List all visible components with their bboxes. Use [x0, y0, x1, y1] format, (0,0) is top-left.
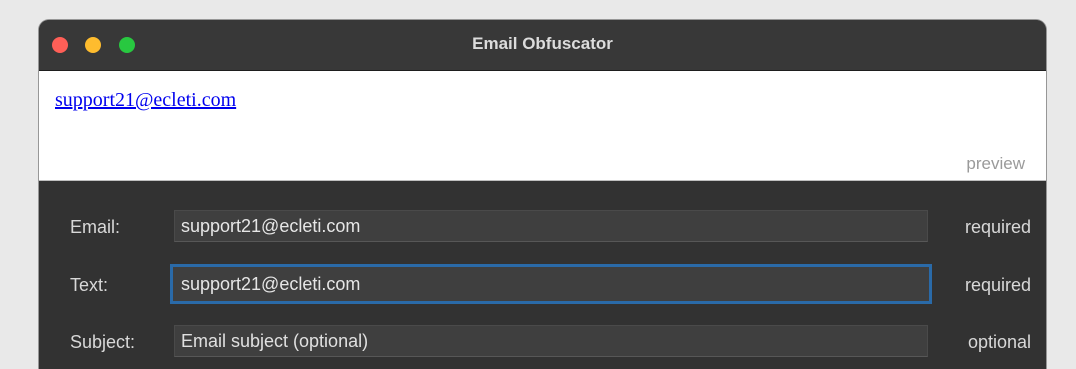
email-field[interactable] — [174, 210, 928, 242]
email-label: Email: — [70, 217, 121, 237]
email-required-hint: required — [964, 217, 1031, 237]
preview-pane: support21@ecleti.com preview — [39, 71, 1046, 181]
window-title: Email Obfuscator — [472, 34, 613, 53]
email-row: Email: required — [39, 210, 1046, 244]
email-obfuscator-window: Email Obfuscator support21@ecleti.com pr… — [39, 20, 1046, 369]
preview-email-link[interactable]: support21@ecleti.com — [55, 89, 236, 112]
subject-label: Subject: — [70, 332, 136, 352]
subject-optional-hint: optional — [967, 332, 1031, 352]
title-bar[interactable]: Email Obfuscator — [39, 20, 1046, 71]
subject-row: Subject: optional — [39, 325, 1046, 359]
preview-caption: preview — [966, 154, 1025, 173]
text-required-hint: required — [964, 275, 1031, 295]
subject-field[interactable] — [174, 325, 928, 357]
text-label: Text: — [70, 275, 109, 295]
link-text-field[interactable] — [170, 264, 932, 304]
text-row: Text: required — [39, 264, 1046, 304]
